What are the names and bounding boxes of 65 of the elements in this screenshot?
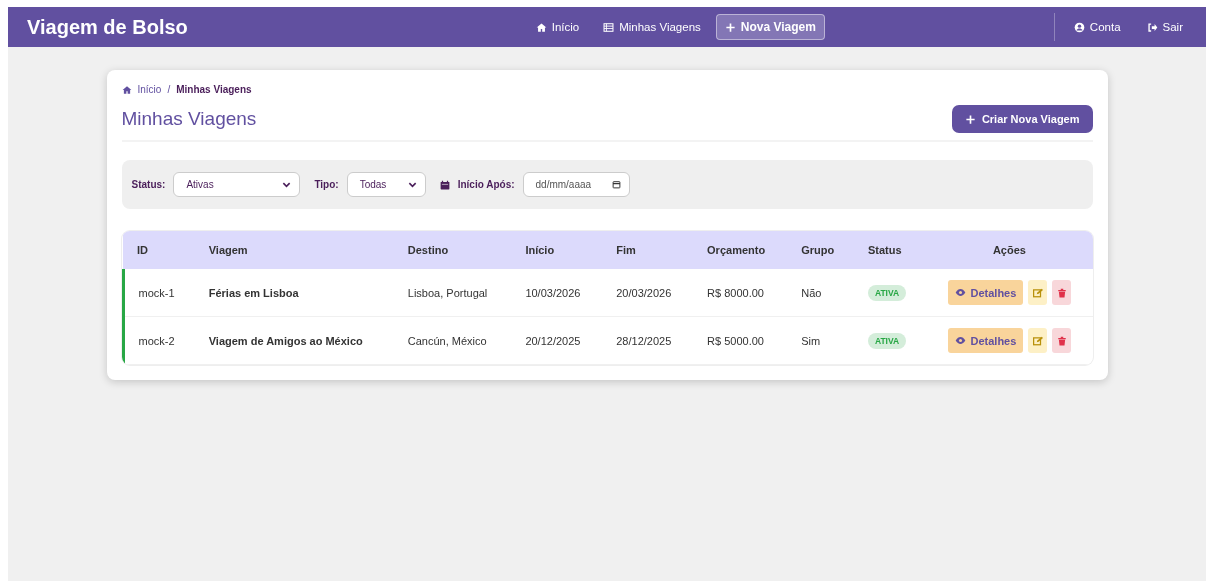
brand-title[interactable]: Viagem de Bolso: [27, 15, 188, 39]
table-cell: 20/12/2025: [511, 316, 603, 365]
edit-button[interactable]: [1028, 280, 1048, 305]
table-cell: Sim: [787, 316, 854, 365]
delete-button[interactable]: [1052, 280, 1072, 305]
filter-label: Tipo:: [314, 179, 339, 190]
nav-link[interactable]: Início: [526, 14, 589, 40]
user-icon: [1073, 21, 1085, 33]
plus-icon: [724, 21, 736, 33]
nav-link[interactable]: Nova Viagem: [715, 14, 825, 40]
calendar-icon: [439, 179, 450, 190]
breadcrumb-link[interactable]: Início: [137, 84, 162, 95]
calendar-icon: [611, 180, 621, 189]
list-icon: [603, 21, 615, 33]
nav-link[interactable]: Conta: [1064, 15, 1130, 39]
chevron-icon: [282, 180, 292, 189]
breadcrumb-separator: /: [167, 84, 171, 95]
column-header: Status: [853, 231, 927, 269]
date-field[interactable]: dd/mm/aaaa: [522, 172, 630, 197]
filter-label: Início Após:: [457, 179, 515, 190]
type-dropdown[interactable]: Todas: [346, 172, 426, 197]
table-cell: R$ 5000.00: [693, 316, 788, 365]
plus-icon: [964, 113, 976, 125]
status-badge: ATIVA: [867, 284, 907, 301]
table-cell: mock-2: [123, 316, 195, 365]
table-cell: Viagem de Amigos ao México: [194, 316, 394, 365]
table-cell: Férias em Lisboa: [194, 269, 394, 317]
nav-link[interactable]: Sair: [1137, 15, 1192, 39]
table-cell: R$ 8000.00: [693, 269, 788, 317]
status-badge: ATIVA: [867, 332, 907, 349]
home-icon: [535, 21, 547, 33]
column-header: ID: [123, 231, 195, 269]
column-header: Viagem: [194, 231, 394, 269]
table-cell: 28/12/2025: [602, 316, 694, 365]
nav-link[interactable]: Minhas Viagens: [594, 14, 710, 40]
edit-icon: [1032, 335, 1043, 346]
column-header: Fim: [602, 231, 694, 269]
details-button[interactable]: Detalhes: [947, 328, 1024, 353]
column-header: Ações: [926, 231, 1093, 269]
logout-icon: [1146, 21, 1158, 33]
filter-label: Status:: [131, 179, 166, 190]
column-header: Orçamento: [693, 231, 788, 269]
eye-icon: [954, 335, 966, 346]
edit-icon: [1032, 287, 1043, 298]
table-cell: Não: [787, 269, 854, 317]
trash-icon: [1056, 335, 1067, 346]
column-header: Grupo: [787, 231, 854, 269]
column-header: Destino: [393, 231, 512, 269]
delete-button[interactable]: [1052, 328, 1072, 353]
status-dropdown[interactable]: Ativas: [173, 172, 301, 197]
home-icon: [121, 84, 132, 95]
table-cell: 20/03/2026: [602, 269, 694, 317]
table-cell: Lisboa, Portugal: [393, 269, 512, 317]
table-cell: Cancún, México: [393, 316, 512, 365]
column-header: Início: [511, 231, 603, 269]
details-button[interactable]: Detalhes: [947, 280, 1024, 305]
table-cell: mock-1: [123, 269, 195, 317]
chevron-icon: [407, 180, 417, 189]
eye-icon: [954, 287, 966, 298]
edit-button[interactable]: [1028, 328, 1048, 353]
table-cell: 10/03/2026: [511, 269, 603, 317]
trash-icon: [1056, 287, 1067, 298]
breadcrumb-current: Minhas Viagens: [176, 84, 252, 95]
create-trip-button[interactable]: Criar Nova Viagem: [951, 105, 1093, 133]
page-title: Minhas Viagens: [121, 108, 257, 130]
